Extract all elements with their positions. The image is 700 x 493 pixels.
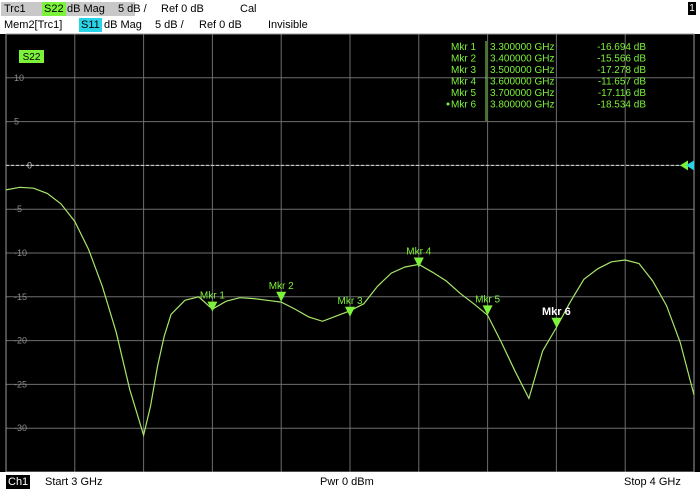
- readout-marker-freq: 3.500000 GHz: [490, 65, 555, 76]
- readout-marker-freq: 3.300000 GHz: [490, 42, 555, 53]
- marker-label: Mkr 2: [269, 281, 294, 292]
- y-tick-labels: 10 5 -5 -10 -15 -20 -25 -30: [14, 73, 27, 433]
- marker-triangle-icon: [482, 305, 493, 316]
- start-frequency[interactable]: Start 3 GHz: [45, 476, 102, 488]
- marker-symbols: Mkr 1 Mkr 2 Mkr 3 Mkr 4 Mkr 5 Mkr 6: [200, 247, 571, 328]
- trace-plot[interactable]: 105-5-10-15-20-25-30 0 S22 Mkr 1Mkr 2Mkr…: [0, 0, 700, 493]
- channel-label[interactable]: Ch1: [6, 475, 31, 489]
- marker-label: Mkr 6: [542, 306, 571, 318]
- marker-triangle-icon: [551, 317, 562, 328]
- readout-marker-name: Mkr 2: [451, 54, 476, 65]
- readout-marker-freq: 3.700000 GHz: [490, 88, 555, 99]
- active-marker-dot-icon: [446, 102, 450, 106]
- y-tick-label: -5: [14, 204, 22, 214]
- plot-grid: [5, 33, 695, 473]
- readout-marker-freq: 3.400000 GHz: [490, 54, 555, 65]
- channel-footer: Ch1 Start 3 GHz Pwr 0 dBm Stop 4 GHz: [0, 472, 700, 493]
- readout-marker-value: -17.278 dB: [597, 65, 646, 76]
- readout-marker-name: Mkr 1: [451, 42, 476, 53]
- y-tick-label: -30: [14, 423, 27, 433]
- readout-marker-freq: 3.600000 GHz: [490, 77, 555, 88]
- ref-level-label: 0: [27, 160, 32, 170]
- y-tick-label: -15: [14, 292, 27, 302]
- y-tick-label: -20: [14, 336, 27, 346]
- source-power[interactable]: Pwr 0 dBm: [320, 476, 374, 488]
- readout-marker-value: -18.534 dB: [597, 100, 646, 111]
- readout-marker-value: -15.566 dB: [597, 54, 646, 65]
- y-tick-label: -10: [14, 248, 27, 258]
- readout-marker-value: -11.657 dB: [598, 77, 647, 88]
- readout-marker-name: Mkr 3: [451, 65, 476, 76]
- readout-marker-value: -16.694 dB: [597, 42, 646, 53]
- y-tick-label: -25: [14, 379, 27, 389]
- readout-marker-freq: 3.800000 GHz: [490, 100, 555, 111]
- readout-marker-name: Mkr 6: [451, 100, 476, 111]
- marker-label: Mkr 3: [338, 296, 363, 307]
- y-tick-label: 5: [14, 117, 19, 127]
- marker-label: Mkr 4: [406, 247, 431, 258]
- marker-label: Mkr 1: [200, 291, 225, 302]
- readout-marker-name: Mkr 5: [451, 88, 476, 99]
- marker-readout-table: Mkr 1 3.300000 GHz -16.694 dB Mkr 2 3.400000…: [446, 41, 647, 121]
- readout-marker-name: Mkr 4: [451, 77, 476, 88]
- readout-marker-value: -17.116 dB: [598, 88, 647, 99]
- marker-label: Mkr 5: [475, 294, 500, 305]
- stop-frequency[interactable]: Stop 4 GHz: [624, 476, 681, 488]
- trace-tag-label: S22: [23, 52, 41, 63]
- y-tick-label: 10: [14, 73, 24, 83]
